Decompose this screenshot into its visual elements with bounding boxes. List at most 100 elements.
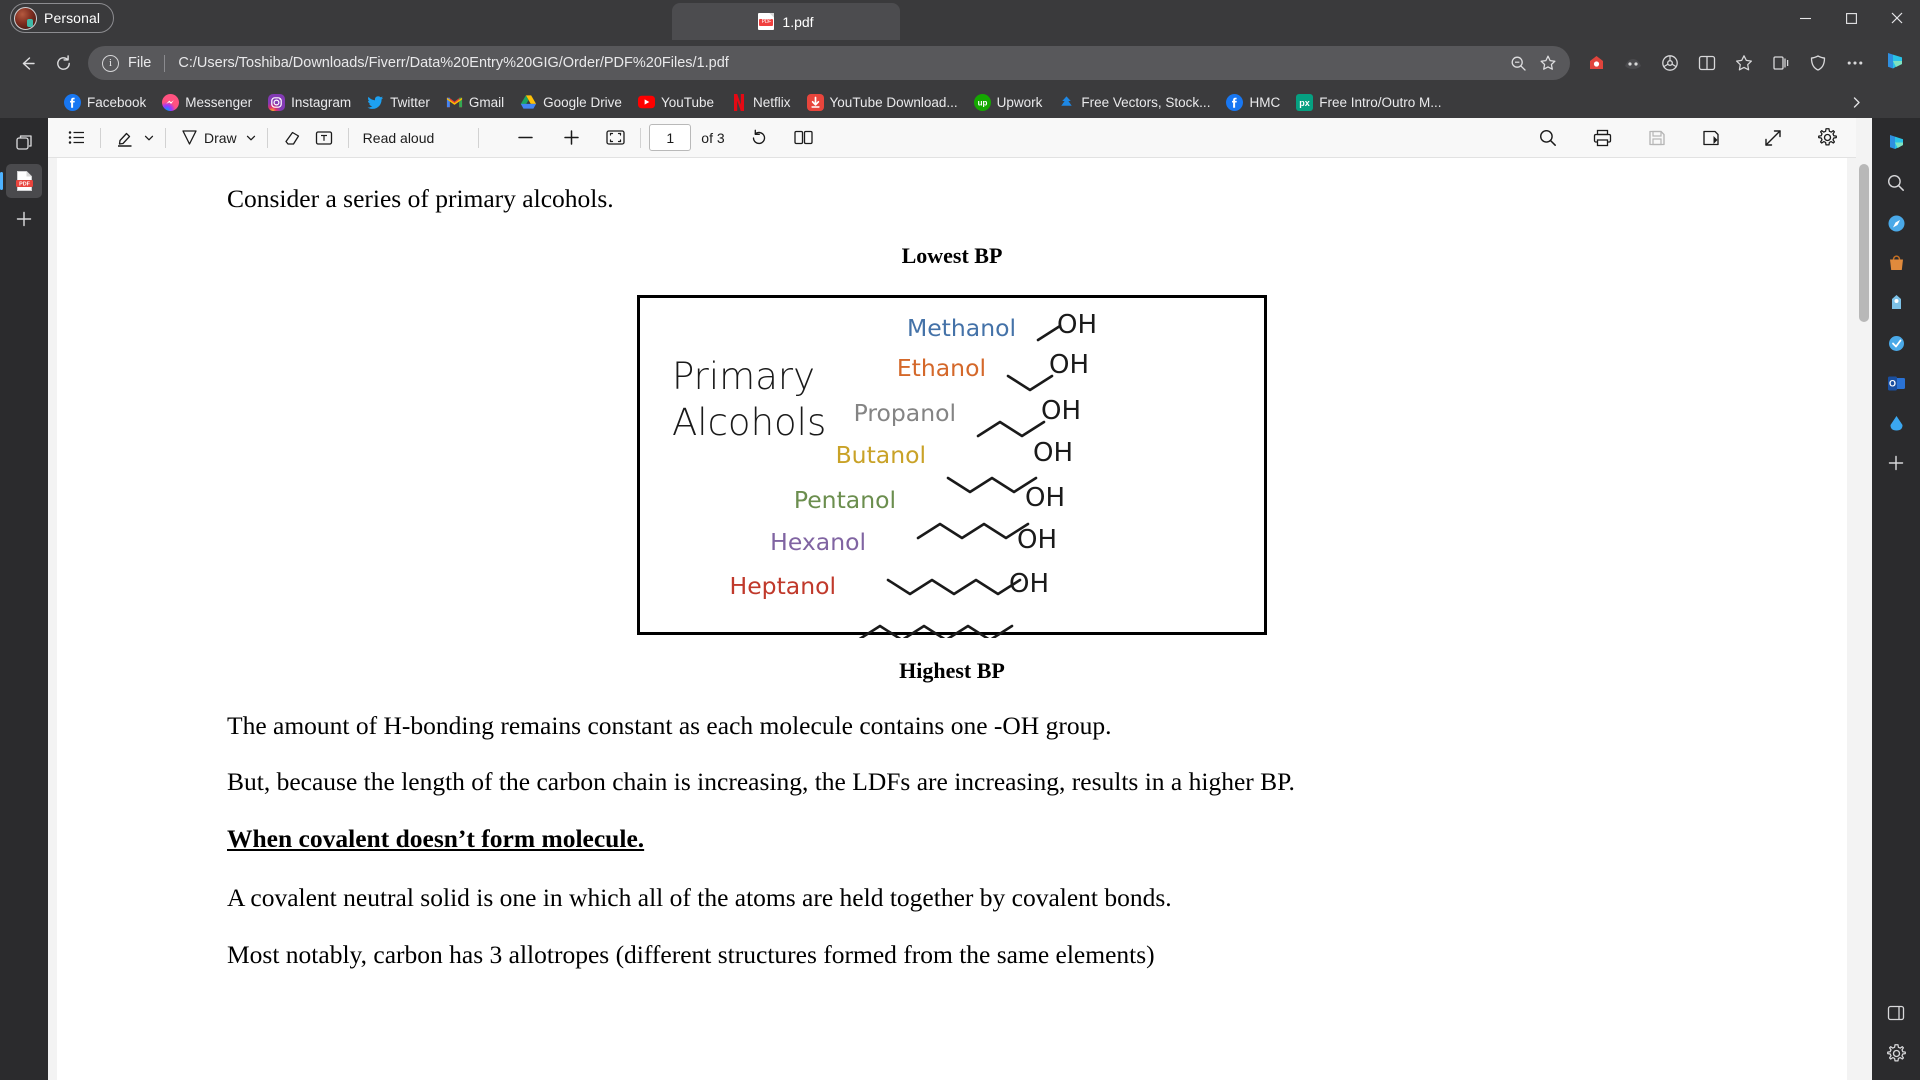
highlight-chevron-down-icon[interactable]	[141, 123, 157, 153]
maximize-button[interactable]	[1828, 0, 1874, 36]
highest-bp-label: Highest BP	[899, 657, 1005, 683]
right-sidebar: O	[1872, 118, 1920, 1080]
bookmark-label: Upwork	[996, 94, 1043, 110]
fit-to-page-button[interactable]	[599, 123, 632, 153]
draw-chevron-down-icon[interactable]	[243, 123, 259, 153]
save-icon[interactable]	[1641, 123, 1673, 153]
extension-icon-2[interactable]	[1615, 46, 1651, 80]
new-tab-plus-icon[interactable]	[6, 202, 42, 236]
page-total-label: of 3	[701, 129, 725, 146]
oh-label: OH	[1017, 524, 1058, 555]
bookmark-messenger[interactable]: Messenger	[154, 90, 260, 115]
bookmark-free-vectors[interactable]: Free Vectors, Stock...	[1050, 90, 1218, 115]
pdf-page: Consider a series of primary alcohols. L…	[57, 158, 1847, 1080]
zoom-out-button[interactable]	[509, 123, 541, 153]
star-icon[interactable]	[1534, 49, 1562, 77]
copilot-icon[interactable]	[1878, 46, 1912, 80]
bookmark-twitter[interactable]: Twitter	[359, 90, 438, 115]
bookmark-netflix[interactable]: Netflix	[722, 90, 799, 115]
zoom-in-button[interactable]	[555, 123, 587, 153]
bookmark-facebook[interactable]: Facebook	[56, 90, 154, 115]
settings-gear-icon[interactable]	[1811, 123, 1844, 153]
bookmark-youtube[interactable]: YouTube	[630, 90, 722, 115]
bookmark-youtube-download[interactable]: YouTube Download...	[799, 90, 966, 115]
oh-label: OH	[1009, 568, 1050, 599]
divider	[266, 127, 268, 148]
chevron-right-icon[interactable]	[1844, 91, 1868, 113]
sidebar-settings-icon[interactable]	[1878, 1036, 1914, 1070]
shopping-icon[interactable]	[1878, 246, 1914, 280]
save-as-icon[interactable]	[1695, 123, 1727, 153]
bookmark-hmc[interactable]: HMC	[1218, 90, 1288, 115]
address-input[interactable]: i File C:/Users/Toshiba/Downloads/Fiverr…	[88, 46, 1570, 80]
bookmark-label: Messenger	[185, 94, 253, 110]
drop-icon[interactable]	[1878, 406, 1914, 440]
page-number-input[interactable]: 1	[649, 124, 692, 151]
info-icon[interactable]: i	[102, 54, 119, 72]
games-icon[interactable]	[1878, 286, 1914, 320]
fullscreen-icon[interactable]	[1757, 123, 1789, 153]
zoom-magnifier-icon[interactable]	[1504, 49, 1532, 77]
bookmark-instagram[interactable]: Instagram	[260, 90, 359, 115]
pdf-viewer: Draw Read aloud 1 of 3 Consider a series…	[48, 118, 1856, 1080]
scrollbar-thumb[interactable]	[1859, 164, 1869, 322]
sidebar-toggle-icon[interactable]	[1878, 996, 1914, 1030]
extension-icon-1[interactable]	[1578, 46, 1614, 80]
bookmark-free-intro-outro[interactable]: px Free Intro/Outro M...	[1288, 90, 1449, 115]
browser-tab[interactable]: PDF 1.pdf	[672, 3, 900, 40]
divider	[100, 127, 101, 148]
gmail-icon	[446, 94, 463, 111]
vertical-scrollbar[interactable]	[1856, 118, 1872, 1080]
print-icon[interactable]	[1586, 123, 1619, 153]
search-icon[interactable]	[1532, 123, 1564, 153]
figure-box: Primary Alcohols Methanol Ethanol Propan…	[637, 294, 1267, 638]
document-scroll-area[interactable]: Consider a series of primary alcohols. L…	[48, 158, 1856, 1080]
pdf-file-icon: PDF	[758, 13, 775, 30]
extension-icon-3[interactable]	[1652, 46, 1688, 80]
reload-button[interactable]	[46, 46, 80, 80]
read-aloud-button[interactable]: Read aloud	[357, 123, 441, 153]
favorites-icon[interactable]	[1726, 46, 1762, 80]
draw-button[interactable]: Draw	[174, 123, 243, 153]
svg-text:px: px	[1299, 98, 1310, 108]
vectors-stock-icon	[1058, 94, 1075, 111]
divider	[164, 54, 166, 72]
copilot-icon[interactable]	[1878, 126, 1914, 160]
bookmark-upwork[interactable]: up Upwork	[966, 90, 1051, 115]
table-of-contents-icon[interactable]	[60, 123, 92, 153]
bookmark-label: Google Drive	[543, 94, 622, 110]
browser-window: Personal PDF 1.pdf i File C:/Users/Toshi…	[0, 0, 1920, 1080]
add-text-icon[interactable]	[308, 123, 340, 153]
rotate-button[interactable]	[743, 123, 775, 153]
bookmark-google-drive[interactable]: Google Drive	[512, 90, 630, 115]
tools-icon[interactable]	[1878, 326, 1914, 360]
collections-icon[interactable]	[1763, 46, 1799, 80]
molecule-label-methanol: Methanol	[906, 313, 1016, 342]
bookmark-gmail[interactable]: Gmail	[438, 90, 512, 115]
pdf-viewer-icon[interactable]: PDF	[0, 164, 42, 198]
split-screen-icon[interactable]	[1689, 46, 1725, 80]
minimize-button[interactable]	[1782, 0, 1828, 36]
browser-essentials-icon[interactable]	[1800, 46, 1836, 80]
section-heading: When covalent doesn’t form molecule.	[227, 823, 645, 853]
eraser-icon[interactable]	[276, 123, 308, 153]
address-bar: i File C:/Users/Toshiba/Downloads/Fiverr…	[0, 40, 1920, 86]
page-layout-button[interactable]	[787, 123, 820, 153]
hmc-icon	[1226, 93, 1244, 111]
search-icon[interactable]	[1878, 166, 1914, 200]
tab-actions-icon[interactable]	[6, 126, 42, 160]
settings-more-icon[interactable]	[1837, 46, 1873, 80]
intro-text: Consider a series of primary alcohols.	[227, 184, 614, 213]
discover-icon[interactable]	[1878, 206, 1914, 240]
outlook-icon[interactable]: O	[1878, 366, 1914, 400]
bookmark-label: HMC	[1249, 94, 1281, 110]
add-tools-icon[interactable]	[1878, 446, 1914, 480]
svg-text:O: O	[1888, 378, 1895, 388]
pdf-toolbar: Draw Read aloud 1 of 3	[48, 118, 1856, 158]
browser-body: PDF Draw Read aloud 1 of 3 Consider a se…	[0, 118, 1920, 1080]
extension-toolbar	[1578, 46, 1912, 80]
highlight-pen-icon[interactable]	[109, 123, 141, 153]
close-button[interactable]	[1874, 0, 1920, 36]
back-button[interactable]	[10, 46, 44, 80]
pdf-favicon-text: PDF	[759, 19, 774, 26]
